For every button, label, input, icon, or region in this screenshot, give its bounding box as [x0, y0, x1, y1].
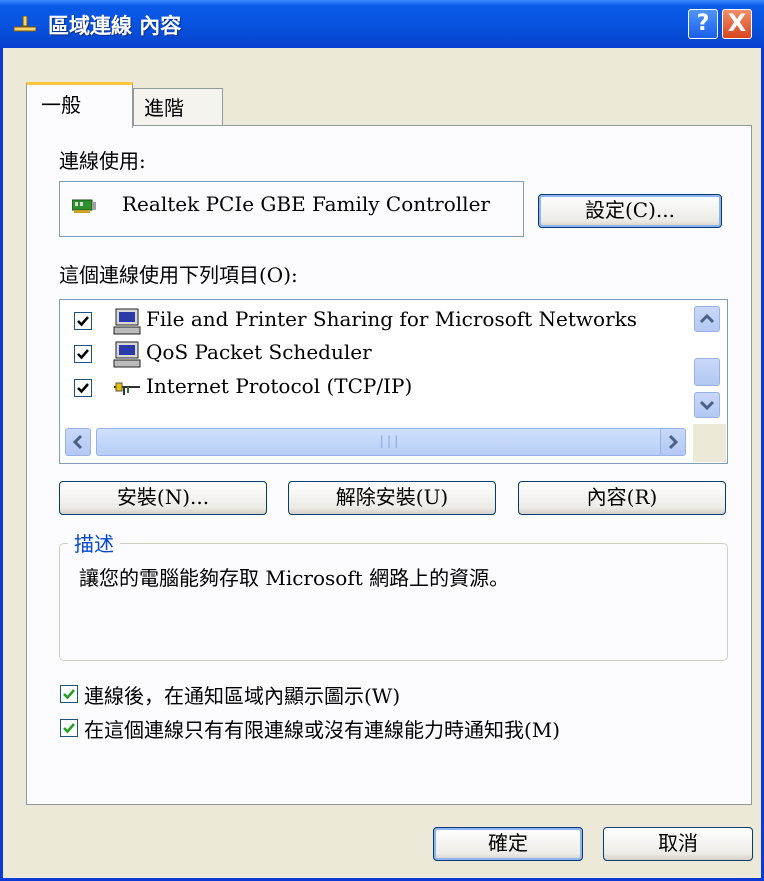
network-service-icon	[113, 341, 141, 368]
item-label: QoS Packet Scheduler	[146, 340, 372, 364]
close-icon: X	[727, 9, 747, 37]
close-button[interactable]: X	[722, 9, 752, 39]
description-text: 讓您的電腦能夠存取 Microsoft 網路上的資源。	[79, 566, 510, 590]
scroll-left-button[interactable]	[65, 428, 91, 456]
item-checkbox[interactable]	[74, 345, 92, 363]
install-button[interactable]: 安裝(N)...	[59, 481, 267, 515]
scroll-up-button[interactable]	[694, 306, 720, 332]
network-connection-icon	[14, 16, 36, 32]
item-checkbox[interactable]	[74, 312, 92, 330]
window-title: 區域連線 內容	[48, 14, 182, 38]
ok-button[interactable]: 確定	[433, 827, 583, 861]
tab-advanced[interactable]: 進階	[133, 88, 223, 125]
description-group	[59, 543, 728, 661]
show-icon-checkbox[interactable]	[60, 685, 78, 703]
checkmark-icon	[63, 723, 75, 734]
checkmark-icon	[77, 349, 89, 360]
scroll-corner	[693, 424, 726, 462]
help-icon: ?	[696, 11, 710, 36]
help-button[interactable]: ?	[688, 9, 718, 39]
uninstall-button[interactable]: 解除安裝(U)	[288, 481, 496, 515]
components-label: 這個連線使用下列項目(O):	[59, 263, 298, 287]
checkmark-icon	[63, 689, 75, 700]
connect-using-label: 連線使用:	[59, 149, 146, 173]
horizontal-scrollbar[interactable]: |||	[61, 424, 693, 460]
checkmark-icon	[77, 316, 89, 327]
chevron-down-icon	[699, 400, 715, 411]
chevron-right-icon	[668, 434, 679, 450]
network-adapter-icon	[72, 199, 96, 213]
chevron-up-icon	[699, 313, 715, 324]
network-protocol-icon	[114, 382, 140, 395]
item-label: File and Printer Sharing for Microsoft N…	[146, 307, 638, 331]
item-checkbox[interactable]	[74, 379, 92, 397]
item-label: Internet Protocol (TCP/IP)	[146, 374, 413, 398]
show-icon-label[interactable]: 連線後，在通知區域內顯示圖示(W)	[84, 680, 400, 709]
title-bar[interactable]: 區域連線 內容 ? X	[0, 0, 764, 48]
chevron-left-icon	[72, 434, 83, 450]
scroll-right-button[interactable]	[660, 428, 686, 456]
properties-button[interactable]: 內容(R)	[518, 481, 726, 515]
scroll-down-button[interactable]	[694, 392, 720, 418]
cancel-button[interactable]: 取消	[603, 827, 753, 861]
notify-limited-checkbox[interactable]	[60, 719, 78, 737]
notify-limited-label[interactable]: 在這個連線只有有限連線或沒有連線能力時通知我(M)	[84, 714, 560, 743]
configure-button[interactable]: 設定(C)...	[538, 194, 722, 228]
vertical-scrollbar[interactable]	[691, 302, 725, 424]
network-service-icon	[113, 308, 141, 335]
horizontal-scroll-thumb[interactable]: |||	[96, 428, 682, 456]
description-title: 描述	[68, 528, 120, 557]
scroll-thumb[interactable]	[694, 358, 720, 386]
adapter-name: Realtek PCIe GBE Family Controller	[122, 192, 490, 216]
tab-general[interactable]: 一般	[26, 82, 133, 128]
checkmark-icon	[77, 383, 89, 394]
